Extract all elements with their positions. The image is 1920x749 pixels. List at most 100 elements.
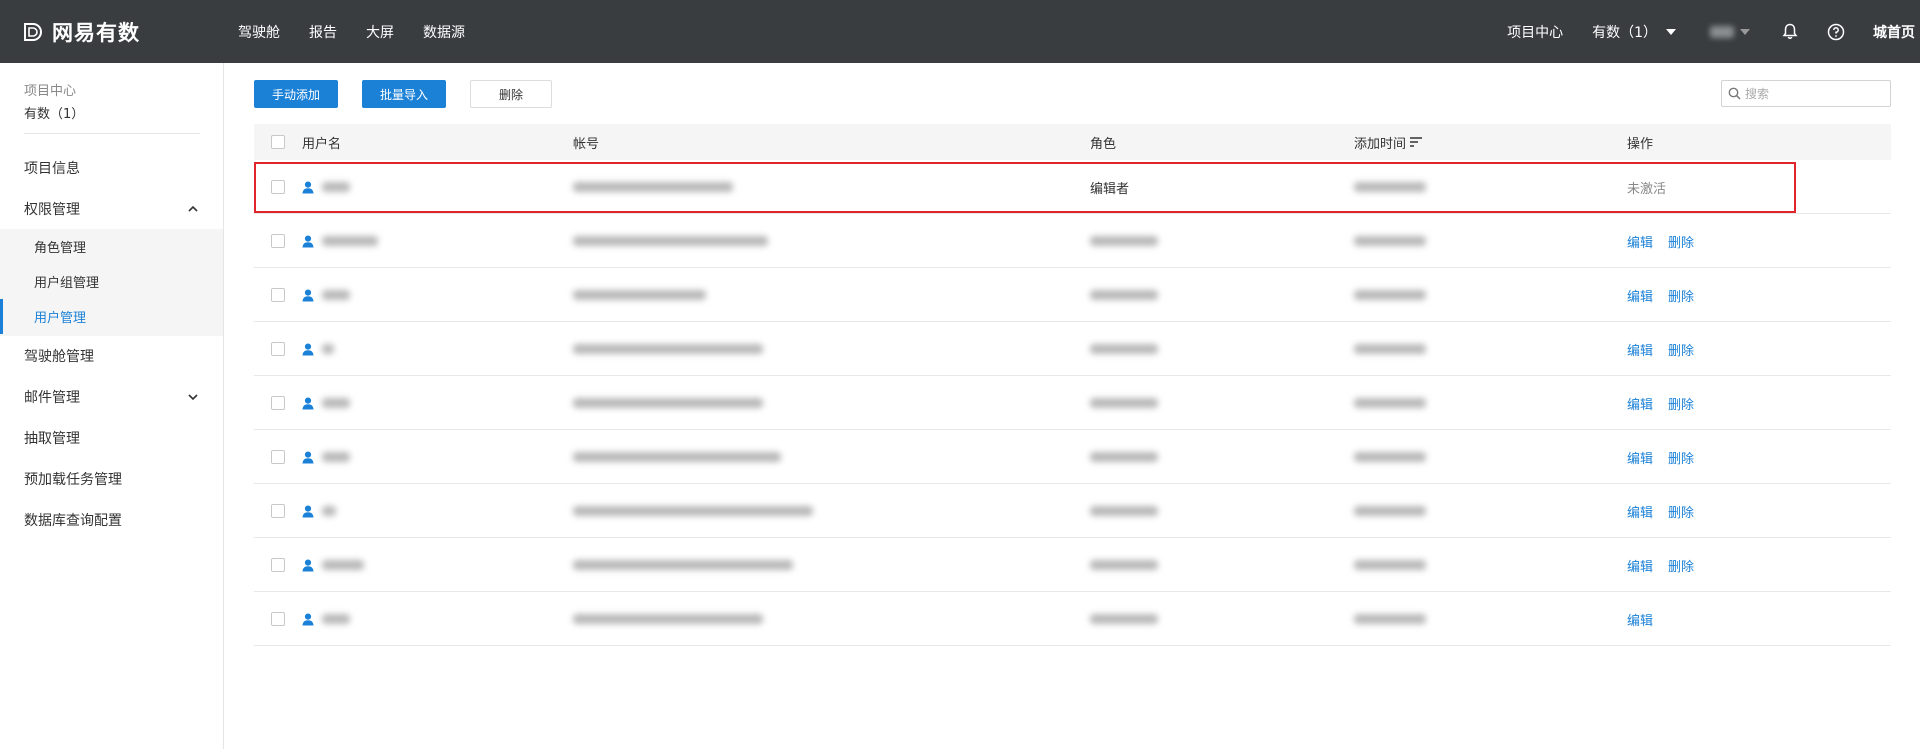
app-logo[interactable]: 网易有数 xyxy=(22,17,140,47)
row-checkbox[interactable] xyxy=(271,288,285,302)
date-cell xyxy=(1354,160,1426,214)
sidebar-item-role-management[interactable]: 角色管理 xyxy=(0,229,223,264)
nav-item-bigscreen[interactable]: 大屏 xyxy=(366,22,394,42)
table-header: 用户名 帐号 角色 添加时间 操作 xyxy=(254,124,1891,160)
nav-item-report[interactable]: 报告 xyxy=(309,22,337,42)
avatar xyxy=(1710,25,1734,38)
nav-item-cockpit[interactable]: 驾驶舱 xyxy=(238,22,280,42)
delete-link[interactable]: 删除 xyxy=(1668,448,1694,467)
row-checkbox[interactable] xyxy=(271,450,285,464)
edit-link[interactable]: 编辑 xyxy=(1627,286,1653,305)
username-text xyxy=(322,506,336,516)
sidebar-item-permissions[interactable]: 权限管理 xyxy=(0,189,223,229)
row-checkbox[interactable] xyxy=(271,612,285,626)
role-text xyxy=(1090,560,1158,570)
username-cell xyxy=(302,592,350,646)
sidebar-item-project-info[interactable]: 项目信息 xyxy=(0,148,223,188)
sidebar-item-label: 抽取管理 xyxy=(24,431,80,447)
select-all-checkbox[interactable] xyxy=(271,135,285,149)
sidebar-item-user-management[interactable]: 用户管理 xyxy=(0,299,223,334)
sidebar-item-label: 权限管理 xyxy=(24,202,80,218)
account-cell xyxy=(573,322,763,376)
project-selector-label: 有数（1） xyxy=(1592,24,1657,41)
edit-link[interactable]: 编辑 xyxy=(1627,232,1653,251)
row-checkbox[interactable] xyxy=(271,558,285,572)
logo-icon xyxy=(24,23,42,41)
batch-import-button[interactable]: 批量导入 xyxy=(362,80,447,108)
sidebar-item-preload-tasks[interactable]: 预加载任务管理 xyxy=(0,459,223,499)
manual-add-button[interactable]: 手动添加 xyxy=(254,80,339,108)
chevron-down-icon xyxy=(188,394,198,401)
row-checkbox[interactable] xyxy=(271,180,285,194)
date-text xyxy=(1354,182,1426,192)
delete-link[interactable]: 删除 xyxy=(1668,286,1694,305)
actions-cell: 编辑 删除 xyxy=(1627,484,1709,538)
search-box[interactable] xyxy=(1721,80,1891,107)
edit-link[interactable]: 编辑 xyxy=(1627,556,1653,575)
edit-link[interactable]: 编辑 xyxy=(1627,340,1653,359)
sidebar-item-extract-management[interactable]: 抽取管理 xyxy=(0,418,223,458)
divider xyxy=(24,133,200,134)
account-text xyxy=(573,560,793,570)
actions-cell: 编辑 删除 xyxy=(1627,214,1709,268)
sidebar: 项目中心 有数（1） 项目信息 权限管理 角色管理 用户组管理 用户管理 驾驶舱… xyxy=(0,63,224,749)
date-cell xyxy=(1354,430,1426,484)
role-text xyxy=(1090,452,1158,462)
actions-cell: 编辑 删除 xyxy=(1627,268,1709,322)
sidebar-item-label: 预加载任务管理 xyxy=(24,472,122,488)
username-cell xyxy=(302,430,350,484)
account-cell xyxy=(573,160,733,214)
table-row: 编辑者 未激活 xyxy=(254,160,1891,214)
row-checkbox[interactable] xyxy=(271,342,285,356)
column-header-username: 用户名 xyxy=(302,136,342,152)
permissions-submenu: 角色管理 用户组管理 用户管理 xyxy=(0,229,223,336)
nav-item-datasource[interactable]: 数据源 xyxy=(423,22,465,42)
username-cell xyxy=(302,160,350,214)
user-menu[interactable] xyxy=(1710,25,1750,38)
delete-link[interactable]: 删除 xyxy=(1668,232,1694,251)
sidebar-item-label: 邮件管理 xyxy=(24,390,80,406)
project-selector[interactable]: 有数（1） xyxy=(1592,22,1676,42)
role-cell xyxy=(1090,538,1158,592)
account-cell xyxy=(573,376,763,430)
column-header-account: 帐号 xyxy=(573,136,600,152)
account-cell xyxy=(573,538,793,592)
delete-button[interactable]: 删除 xyxy=(470,80,553,108)
column-header-added-time[interactable]: 添加时间 xyxy=(1354,124,1423,160)
date-text xyxy=(1354,506,1426,516)
row-checkbox[interactable] xyxy=(271,504,285,518)
edit-link[interactable]: 编辑 xyxy=(1627,610,1653,629)
edit-link[interactable]: 编辑 xyxy=(1627,502,1653,521)
account-cell xyxy=(573,430,781,484)
role-cell xyxy=(1090,592,1158,646)
delete-link[interactable]: 删除 xyxy=(1668,502,1694,521)
date-cell xyxy=(1354,538,1426,592)
date-text xyxy=(1354,344,1426,354)
help-icon[interactable] xyxy=(1827,23,1845,41)
edit-link[interactable]: 编辑 xyxy=(1627,448,1653,467)
edit-link[interactable]: 编辑 xyxy=(1627,394,1653,413)
sidebar-header-value: 有数（1） xyxy=(24,107,85,122)
home-link[interactable]: 城首页 xyxy=(1873,22,1915,42)
role-cell xyxy=(1090,430,1158,484)
status-text: 未激活 xyxy=(1627,181,1667,197)
row-select-cell xyxy=(271,214,285,268)
select-all-cell xyxy=(271,124,285,160)
row-checkbox[interactable] xyxy=(271,234,285,248)
search-input[interactable] xyxy=(1745,86,1885,101)
project-center-link[interactable]: 项目中心 xyxy=(1507,22,1563,42)
sidebar-item-db-query-config[interactable]: 数据库查询配置 xyxy=(0,500,223,540)
sidebar-item-mail-management[interactable]: 邮件管理 xyxy=(0,377,223,417)
username-text xyxy=(322,452,350,462)
sidebar-item-cockpit-management[interactable]: 驾驶舱管理 xyxy=(0,336,223,376)
delete-link[interactable]: 删除 xyxy=(1668,556,1694,575)
bell-icon[interactable] xyxy=(1781,23,1799,41)
row-select-cell xyxy=(271,538,285,592)
actions-cell: 未激活 xyxy=(1627,160,1666,214)
delete-link[interactable]: 删除 xyxy=(1668,394,1694,413)
sidebar-item-usergroup-management[interactable]: 用户组管理 xyxy=(0,264,223,299)
role-text: 编辑者 xyxy=(1090,181,1130,197)
username-text xyxy=(322,614,350,624)
row-checkbox[interactable] xyxy=(271,396,285,410)
delete-link[interactable]: 删除 xyxy=(1668,340,1694,359)
